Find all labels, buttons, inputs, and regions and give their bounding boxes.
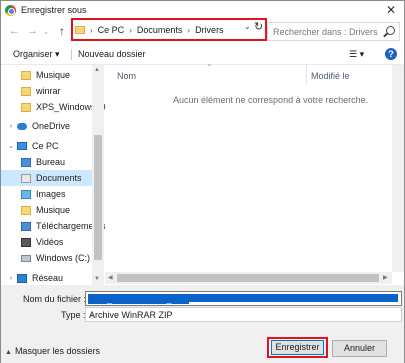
sort-caret-icon: ⌃ bbox=[206, 63, 213, 72]
documents-icon bbox=[21, 173, 31, 183]
hide-folders-toggle[interactable]: ▲ Masquer les dossiers bbox=[5, 346, 100, 356]
scrollbar-thumb[interactable] bbox=[117, 274, 379, 282]
save-form: Nom du fichier : XPS_Windows10-7_X64 ⌄ T… bbox=[1, 285, 404, 363]
desktop-icon bbox=[21, 157, 31, 167]
breadcrumb-item[interactable]: Ce PC bbox=[98, 25, 125, 35]
videos-icon bbox=[21, 237, 31, 247]
sidebar-item-musique[interactable]: Musique bbox=[1, 67, 93, 83]
folder-icon bbox=[21, 102, 31, 112]
file-type-select[interactable]: Archive WinRAR ZIP ⌄ bbox=[85, 307, 402, 322]
sidebar-item-windows-c[interactable]: Windows (C:) bbox=[1, 250, 93, 266]
collapse-icon[interactable]: ⌄ bbox=[7, 142, 15, 150]
sidebar-item-ce-pc[interactable]: ⌄ Ce PC bbox=[1, 138, 93, 154]
breadcrumb-item[interactable]: Documents bbox=[137, 25, 183, 35]
toolbar-divider bbox=[71, 49, 72, 60]
sidebar-item-label: Windows (C:) bbox=[36, 253, 91, 263]
scrollbar-thumb[interactable] bbox=[94, 135, 102, 260]
network-icon bbox=[17, 273, 27, 283]
sidebar-item-videos[interactable]: Vidéos bbox=[1, 234, 93, 250]
cancel-button[interactable]: Annuler bbox=[332, 340, 387, 357]
filename-field[interactable]: XPS_Windows10-7_X64 ⌄ bbox=[85, 291, 402, 306]
drive-icon bbox=[21, 254, 31, 262]
save-button-highlight: Enregistrer bbox=[267, 337, 328, 358]
scroll-down-icon[interactable]: ▼ bbox=[94, 276, 100, 282]
sidebar-item-label: winrar bbox=[36, 86, 61, 96]
folder-icon bbox=[75, 26, 85, 34]
chevron-down-icon[interactable]: ⌄ bbox=[89, 310, 398, 318]
sidebar-item-label: OneDrive bbox=[32, 121, 71, 131]
back-icon[interactable]: ← bbox=[9, 25, 20, 37]
pc-icon bbox=[17, 142, 27, 150]
music-icon bbox=[21, 205, 31, 215]
forward-icon[interactable]: → bbox=[27, 25, 38, 37]
horizontal-scrollbar[interactable]: ◀ ▶ bbox=[105, 272, 392, 284]
crumb-separator-icon: › bbox=[129, 25, 132, 35]
browser-pane: Musique winrar XPS_Windows10 › OneDrive … bbox=[1, 63, 404, 286]
file-list: ⌃ Nom Modifié le Aucun élément ne corres… bbox=[105, 63, 404, 286]
sidebar-item-documents[interactable]: Documents bbox=[1, 170, 93, 186]
address-bar[interactable]: › Ce PC › Documents › Drivers bbox=[75, 23, 263, 37]
sidebar-item-images[interactable]: Images bbox=[1, 186, 93, 202]
scroll-up-icon[interactable]: ▲ bbox=[94, 67, 100, 73]
sidebar-item-label: Images bbox=[36, 189, 66, 199]
recent-dropdown-icon[interactable]: ⌄ bbox=[43, 28, 49, 36]
onedrive-icon bbox=[17, 122, 27, 130]
sidebar-item-onedrive[interactable]: › OneDrive bbox=[1, 118, 93, 134]
sidebar-item-xps-windows10[interactable]: XPS_Windows10 bbox=[1, 99, 106, 115]
sidebar-item-label: Musique bbox=[36, 70, 71, 80]
column-header-name[interactable]: Nom bbox=[117, 71, 136, 81]
new-folder-button[interactable]: Nouveau dossier bbox=[78, 49, 146, 59]
navigation-tree: Musique winrar XPS_Windows10 › OneDrive … bbox=[1, 65, 106, 286]
up-icon[interactable]: ↑ bbox=[59, 24, 65, 38]
sidebar-item-label: Ce PC bbox=[32, 141, 59, 151]
sidebar-scrollbar[interactable]: ▲ ▼ bbox=[92, 65, 104, 286]
sidebar-item-winrar[interactable]: winrar bbox=[1, 83, 93, 99]
sidebar-item-label: Musique bbox=[36, 205, 71, 215]
sidebar-item-telechargements[interactable]: Téléchargements bbox=[1, 218, 106, 234]
address-bar-highlight: › Ce PC › Documents › Drivers ⌄ ↻ bbox=[71, 18, 267, 41]
chevron-up-icon: ▲ bbox=[5, 349, 12, 356]
vertical-scrollbar[interactable] bbox=[392, 65, 404, 272]
filename-label: Nom du fichier : bbox=[23, 294, 87, 304]
sidebar-item-label: Réseau bbox=[32, 273, 64, 283]
sidebar-item-reseau[interactable]: › Réseau bbox=[1, 270, 93, 286]
sidebar-item-musique-library[interactable]: Musique bbox=[1, 202, 93, 218]
view-options-icon[interactable]: ☰ ▾ bbox=[349, 49, 364, 60]
help-icon[interactable]: ? bbox=[385, 48, 397, 60]
type-label: Type : bbox=[61, 310, 86, 320]
downloads-icon bbox=[21, 221, 31, 231]
address-dropdown-icon[interactable]: ⌄ bbox=[244, 22, 251, 31]
images-icon bbox=[21, 189, 31, 199]
expand-icon[interactable]: › bbox=[7, 123, 15, 130]
close-icon[interactable]: ✕ bbox=[386, 3, 396, 17]
breadcrumb-item[interactable]: Drivers bbox=[195, 25, 224, 35]
organize-button[interactable]: Organiser ▾ bbox=[13, 49, 60, 60]
crumb-separator-icon: › bbox=[90, 25, 93, 35]
window-title: Enregistrer sous bbox=[21, 5, 87, 15]
folder-icon bbox=[21, 70, 31, 80]
crumb-separator-icon: › bbox=[187, 25, 191, 35]
folder-icon bbox=[21, 86, 31, 96]
sidebar-item-label: Documents bbox=[36, 173, 82, 183]
refresh-icon[interactable]: ↻ bbox=[254, 20, 263, 33]
sidebar-item-bureau[interactable]: Bureau bbox=[1, 154, 93, 170]
chrome-icon bbox=[5, 5, 16, 16]
scroll-right-icon[interactable]: ▶ bbox=[383, 274, 388, 281]
empty-message: Aucun élément ne correspond à votre rech… bbox=[173, 95, 369, 105]
expand-icon[interactable]: › bbox=[7, 275, 15, 282]
sidebar-item-label: Bureau bbox=[36, 157, 66, 167]
chevron-down-icon[interactable]: ⌄ bbox=[88, 294, 398, 302]
command-toolbar: Organiser ▾ Nouveau dossier ☰ ▾ ? bbox=[1, 44, 404, 64]
save-button[interactable]: Enregistrer bbox=[271, 340, 324, 355]
column-header-modified[interactable]: Modifié le bbox=[311, 71, 350, 81]
sidebar-item-label: Vidéos bbox=[36, 237, 64, 247]
search-input[interactable]: Rechercher dans : Drivers bbox=[267, 22, 400, 41]
search-icon[interactable] bbox=[386, 26, 395, 35]
scroll-left-icon[interactable]: ◀ bbox=[108, 274, 113, 281]
hide-folders-label: Masquer les dossiers bbox=[14, 346, 100, 356]
save-as-dialog: Enregistrer sous ✕ ← → ⌄ ↑ › Ce PC › Doc… bbox=[0, 0, 405, 363]
column-divider[interactable] bbox=[306, 65, 307, 85]
search-placeholder: Rechercher dans : Drivers bbox=[273, 27, 378, 37]
